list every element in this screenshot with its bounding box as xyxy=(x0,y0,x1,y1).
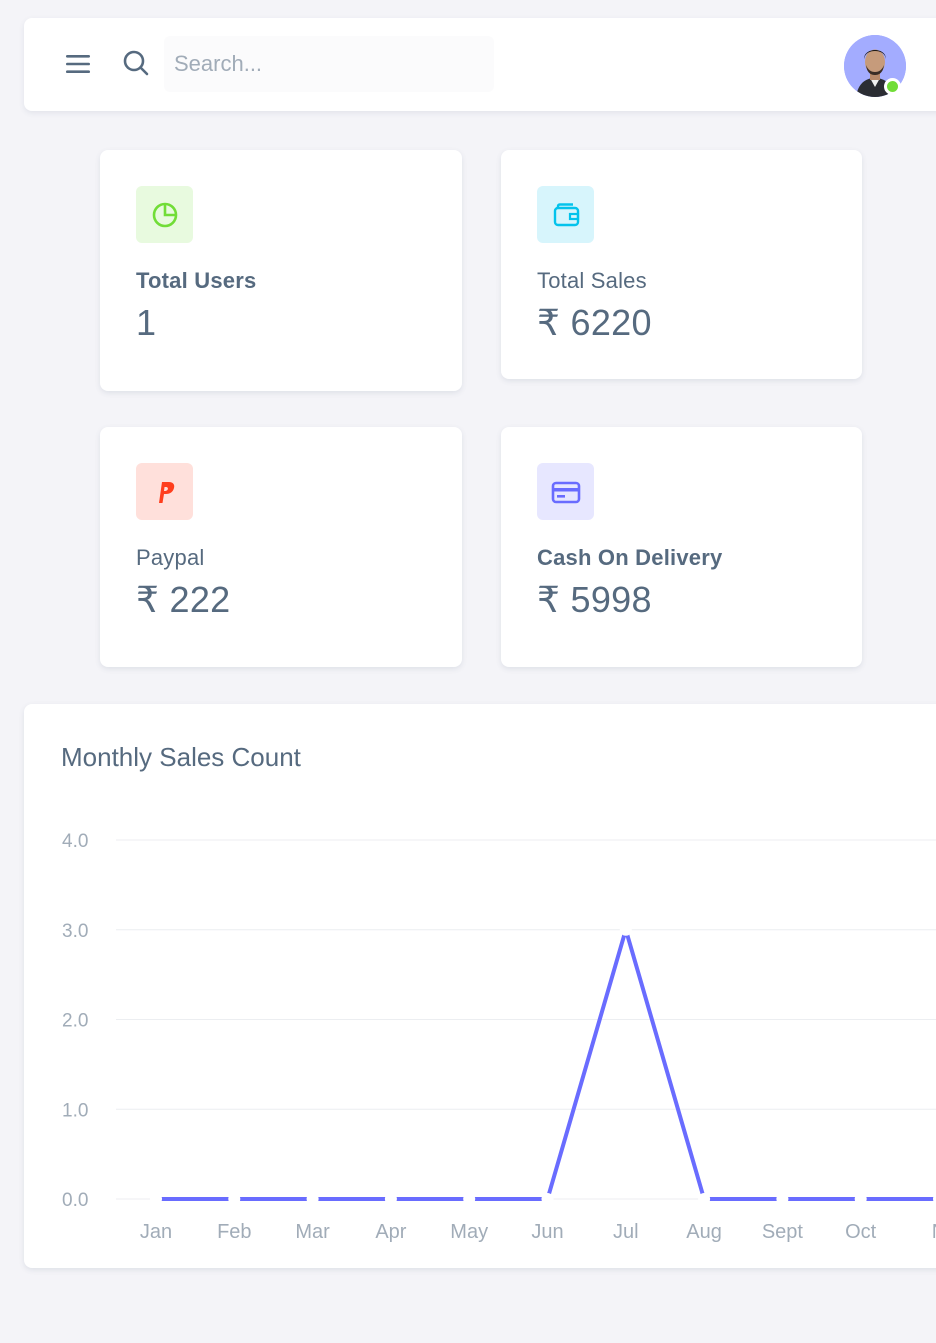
stat-label: Cash On Delivery xyxy=(537,545,723,570)
y-tick-label: 0.0 xyxy=(62,1190,88,1211)
total-sales-card: Total Sales ₹ 6220 xyxy=(501,150,862,379)
top-navbar xyxy=(24,18,936,111)
credit-card-icon xyxy=(537,463,594,520)
x-tick-label: Feb xyxy=(217,1221,251,1243)
data-point[interactable] xyxy=(776,1193,789,1205)
stat-value: ₹ 5998 xyxy=(537,579,652,620)
pie-chart-icon xyxy=(136,186,193,243)
y-tick-label: 3.0 xyxy=(62,921,88,942)
x-tick-label: Jun xyxy=(531,1221,563,1243)
monthly-sales-chart: 0.0 1.0 2.0 3.0 4.0 Jan Feb Mar Apr May Jun Jul Aug S… xyxy=(62,831,936,1243)
y-tick-label: 4.0 xyxy=(62,831,88,852)
online-status-dot xyxy=(884,78,901,95)
paypal-icon xyxy=(136,463,193,520)
monthly-sales-chart-card: Monthly Sales Count 0.0 1.0 2.0 3.0 4.0 Jan Fe… xyxy=(24,704,936,1268)
data-point[interactable] xyxy=(228,1193,241,1205)
data-point[interactable] xyxy=(541,1193,554,1205)
paypal-card: Paypal ₹ 222 xyxy=(100,427,462,667)
y-tick-label: 1.0 xyxy=(62,1100,88,1121)
stat-label: Paypal xyxy=(136,545,205,570)
cash-on-delivery-card: Cash On Delivery ₹ 5998 xyxy=(501,427,862,667)
data-point[interactable] xyxy=(306,1193,319,1205)
data-point[interactable] xyxy=(854,1193,867,1205)
x-tick-label: Sept xyxy=(762,1221,804,1243)
data-point[interactable] xyxy=(463,1193,476,1205)
stat-label: Total Users xyxy=(136,268,257,293)
x-tick-label: Mar xyxy=(295,1221,330,1243)
stat-value: ₹ 6220 xyxy=(537,302,652,343)
stat-value: 1 xyxy=(136,302,157,343)
stat-value: ₹ 222 xyxy=(136,579,231,620)
x-tick-label: Jul xyxy=(613,1221,639,1243)
series-line xyxy=(154,927,936,1201)
search-icon xyxy=(123,50,149,76)
x-tick-label: Apr xyxy=(375,1221,406,1243)
data-point[interactable] xyxy=(698,1193,711,1205)
search-input[interactable] xyxy=(164,36,494,92)
x-tick-label: Aug xyxy=(686,1221,722,1243)
stat-label: Total Sales xyxy=(537,268,647,293)
total-users-card: Total Users 1 xyxy=(100,150,462,391)
menu-icon[interactable] xyxy=(64,52,92,76)
data-point[interactable] xyxy=(619,923,632,936)
x-tick-label: Oct xyxy=(845,1221,877,1243)
wallet-icon xyxy=(537,186,594,243)
data-point[interactable] xyxy=(384,1193,397,1205)
x-tick-label: Jan xyxy=(140,1221,172,1243)
x-tick-label: N xyxy=(932,1221,936,1243)
data-point[interactable] xyxy=(150,1193,162,1205)
x-tick-label: May xyxy=(450,1221,488,1243)
y-tick-label: 2.0 xyxy=(62,1011,88,1032)
